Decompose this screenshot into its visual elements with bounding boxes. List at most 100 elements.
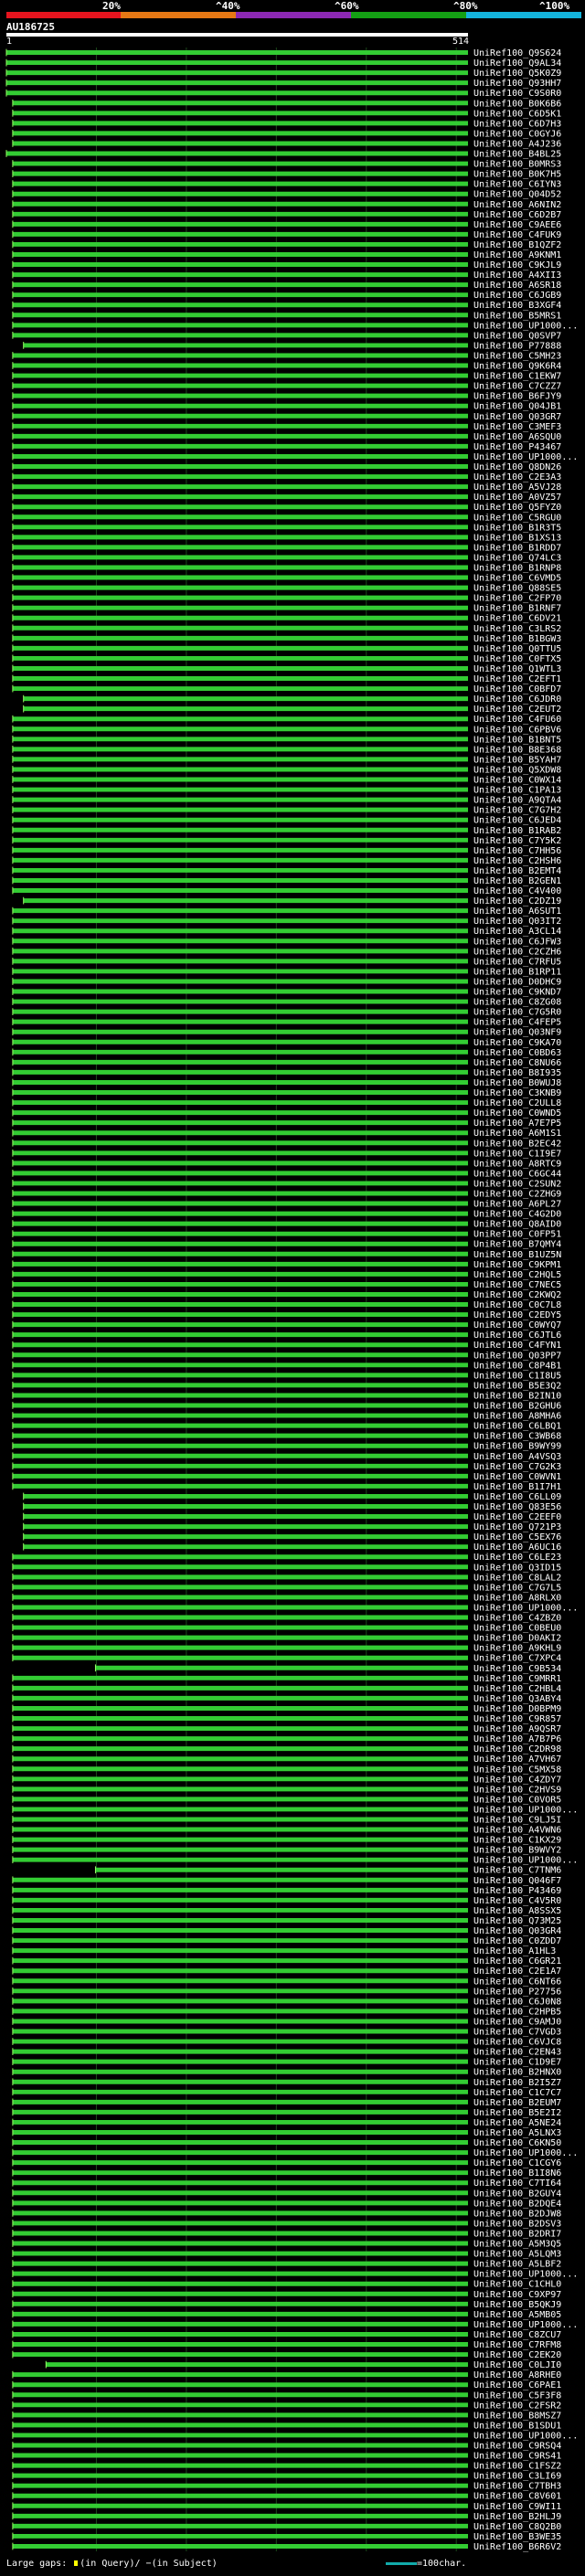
hit-label[interactable]: UniRef100_B2DSV3 <box>473 2219 561 2229</box>
hit-label[interactable]: UniRef100_B2GUY4 <box>473 2189 561 2199</box>
hit-row[interactable]: UniRef100_C6JFW3 <box>12 937 561 947</box>
hit-label[interactable]: UniRef100_B1I7H1 <box>473 1482 561 1492</box>
hit-label[interactable]: UniRef100_Q5FYZ0 <box>473 503 561 513</box>
hit-label[interactable]: UniRef100_Q04JB1 <box>473 402 561 412</box>
hit-row[interactable]: UniRef100_A1HL3 <box>12 1946 556 1956</box>
hit-label[interactable]: UniRef100_A8RLX0 <box>473 1593 561 1603</box>
hit-row[interactable]: UniRef100_C8Q2B0 <box>12 2522 561 2532</box>
hit-label[interactable]: UniRef100_A6SQU0 <box>473 432 561 442</box>
hit-row[interactable]: UniRef100_C3WB68 <box>12 1432 561 1442</box>
hit-row[interactable]: UniRef100_C2SUN2 <box>12 1179 561 1189</box>
hit-label[interactable]: UniRef100_Q5XDW8 <box>473 765 561 775</box>
hit-row[interactable]: UniRef100_B8MSZ7 <box>12 2411 561 2421</box>
hit-label[interactable]: UniRef100_Q04D52 <box>473 190 561 200</box>
hit-label[interactable]: UniRef100_Q03GR4 <box>473 1926 561 1936</box>
hit-label[interactable]: UniRef100_A4XII3 <box>473 270 561 281</box>
hit-row[interactable]: UniRef100_B2EUM7 <box>12 2098 561 2108</box>
hit-row[interactable]: UniRef100_A6SQU0 <box>12 432 561 442</box>
hit-label[interactable]: UniRef100_B8MSZ7 <box>473 2411 561 2421</box>
hit-label[interactable]: UniRef100_C1PA13 <box>473 786 561 796</box>
hit-row[interactable]: UniRef100_C7RFM8 <box>12 2340 561 2350</box>
hit-label[interactable]: UniRef100_UP1000... <box>473 452 578 462</box>
hit-row[interactable]: UniRef100_Q1WTL3 <box>12 664 561 674</box>
hit-label[interactable]: UniRef100_C2EEF0 <box>473 1512 561 1522</box>
hit-label[interactable]: UniRef100_C0C7L8 <box>473 1300 561 1310</box>
hit-label[interactable]: UniRef100_C2CZH6 <box>473 947 561 957</box>
hit-label[interactable]: UniRef100_C2KWQ2 <box>473 1290 561 1300</box>
hit-label[interactable]: UniRef100_C9R857 <box>473 1714 561 1724</box>
hit-row[interactable]: UniRef100_Q5FYZ0 <box>12 503 561 513</box>
hit-row[interactable]: UniRef100_Q83E56 <box>23 1502 562 1512</box>
hit-row[interactable]: UniRef100_C4FU60 <box>12 715 561 725</box>
hit-label[interactable]: UniRef100_C4FUK9 <box>473 230 561 240</box>
hit-row[interactable]: UniRef100_B3XGF4 <box>12 301 561 311</box>
hit-row[interactable]: UniRef100_C8V601 <box>12 2492 561 2502</box>
hit-row[interactable]: UniRef100_P43469 <box>12 1886 561 1896</box>
hit-label[interactable]: UniRef100_B1RDD7 <box>473 543 561 553</box>
hit-row[interactable]: UniRef100_C8ZG08 <box>12 998 561 1008</box>
hit-row[interactable]: UniRef100_A7E7P5 <box>12 1118 561 1129</box>
hit-row[interactable]: UniRef100_C0FTX5 <box>12 654 561 664</box>
hit-row[interactable]: UniRef100_C7TBH3 <box>12 2482 561 2492</box>
hit-label[interactable]: UniRef100_C7NEC5 <box>473 1280 561 1290</box>
hit-row[interactable]: UniRef100_C6JED4 <box>12 816 561 826</box>
hit-row[interactable]: UniRef100_B6FJY9 <box>12 392 561 402</box>
hit-label[interactable]: UniRef100_A3CL14 <box>473 927 561 937</box>
hit-label[interactable]: UniRef100_C9MRR1 <box>473 1674 561 1684</box>
hit-label[interactable]: UniRef100_UP1000... <box>473 321 578 331</box>
hit-label[interactable]: UniRef100_B0K6B6 <box>473 99 561 109</box>
hit-label[interactable]: UniRef100_C2ULL8 <box>473 1098 561 1108</box>
hit-label[interactable]: UniRef100_C6IYN3 <box>473 180 561 190</box>
hit-row[interactable]: UniRef100_B1QZF2 <box>12 240 561 250</box>
hit-label[interactable]: UniRef100_B8I935 <box>473 1068 561 1078</box>
hit-row[interactable]: UniRef100_C6KN50 <box>12 2138 561 2148</box>
hit-label[interactable]: UniRef100_C4FEP5 <box>473 1018 561 1028</box>
hit-label[interactable]: UniRef100_C2HSH6 <box>473 856 561 866</box>
hit-label[interactable]: UniRef100_C6PBV6 <box>473 725 561 735</box>
hit-row[interactable]: UniRef100_C6D2B7 <box>12 210 561 220</box>
hit-label[interactable]: UniRef100_Q0TTU5 <box>473 644 561 654</box>
hit-label[interactable]: UniRef100_A1HL3 <box>473 1946 556 1956</box>
hit-label[interactable]: UniRef100_Q74LC3 <box>473 553 561 563</box>
hit-label[interactable]: UniRef100_B9WVY2 <box>473 1846 561 1856</box>
hit-label[interactable]: UniRef100_C0FTX5 <box>473 654 561 664</box>
hit-row[interactable]: UniRef100_C9RSQ4 <box>12 2441 561 2451</box>
hit-label[interactable]: UniRef100_C7G5R0 <box>473 1008 561 1018</box>
hit-label[interactable]: UniRef100_B7QMY4 <box>473 1240 561 1250</box>
hit-label[interactable]: UniRef100_B2DQE4 <box>473 2199 561 2209</box>
hit-label[interactable]: UniRef100_C6KN50 <box>473 2138 561 2148</box>
hit-label[interactable]: UniRef100_B2HLJ9 <box>473 2512 561 2522</box>
hit-row[interactable]: UniRef100_C6VMD5 <box>12 574 561 584</box>
hit-row[interactable]: UniRef100_Q0SVP7 <box>12 331 561 341</box>
hit-row[interactable]: UniRef100_Q8AID0 <box>12 1220 561 1230</box>
hit-row[interactable]: UniRef100_B1BGW3 <box>12 634 561 644</box>
hit-label[interactable]: UniRef100_C5EX76 <box>473 1532 561 1542</box>
hit-row[interactable]: UniRef100_A9KNM1 <box>12 250 561 260</box>
hit-label[interactable]: UniRef100_UP1000... <box>473 1805 578 1815</box>
hit-row[interactable]: UniRef100_A7VH67 <box>12 1754 561 1765</box>
hit-row[interactable]: UniRef100_C9LJ5I <box>12 1815 561 1825</box>
hit-row[interactable]: UniRef100_C1I8U5 <box>12 1371 561 1381</box>
hit-label[interactable]: UniRef100_D0DHC9 <box>473 977 561 987</box>
hit-label[interactable]: UniRef100_C7HH56 <box>473 846 561 856</box>
hit-row[interactable]: UniRef100_C1PA13 <box>12 786 561 796</box>
hit-row[interactable]: UniRef100_B2GUY4 <box>12 2189 561 2199</box>
hit-label[interactable]: UniRef100_A7VH67 <box>473 1754 561 1765</box>
hit-label[interactable]: UniRef100_B6R6V2 <box>473 2542 561 2552</box>
hit-label[interactable]: UniRef100_C4V5R0 <box>473 1896 561 1906</box>
hit-row[interactable]: UniRef100_Q046F7 <box>12 1876 561 1886</box>
hit-label[interactable]: UniRef100_C2EN43 <box>473 2048 561 2058</box>
hit-label[interactable]: UniRef100_P27756 <box>473 1987 561 1997</box>
hit-row[interactable]: UniRef100_C7XPC4 <box>12 1654 561 1664</box>
hit-row[interactable]: UniRef100_B2DQE4 <box>12 2199 561 2209</box>
hit-label[interactable]: UniRef100_C4G2D0 <box>473 1210 561 1220</box>
hit-label[interactable]: UniRef100_B5E2I2 <box>473 2108 561 2118</box>
hit-row[interactable]: UniRef100_C1D9E7 <box>12 2058 561 2068</box>
hit-row[interactable]: UniRef100_C6JDR0 <box>23 694 562 705</box>
hit-row[interactable]: UniRef100_C7G7L5 <box>12 1583 561 1593</box>
hit-label[interactable]: UniRef100_Q03PP7 <box>473 1351 561 1361</box>
hit-row[interactable]: UniRef100_B1RDD7 <box>12 543 561 553</box>
hit-row[interactable]: UniRef100_C0WYQ7 <box>12 1320 561 1330</box>
hit-label[interactable]: UniRef100_UP1000... <box>473 2270 578 2280</box>
hit-label[interactable]: UniRef100_C0WX14 <box>473 776 561 786</box>
